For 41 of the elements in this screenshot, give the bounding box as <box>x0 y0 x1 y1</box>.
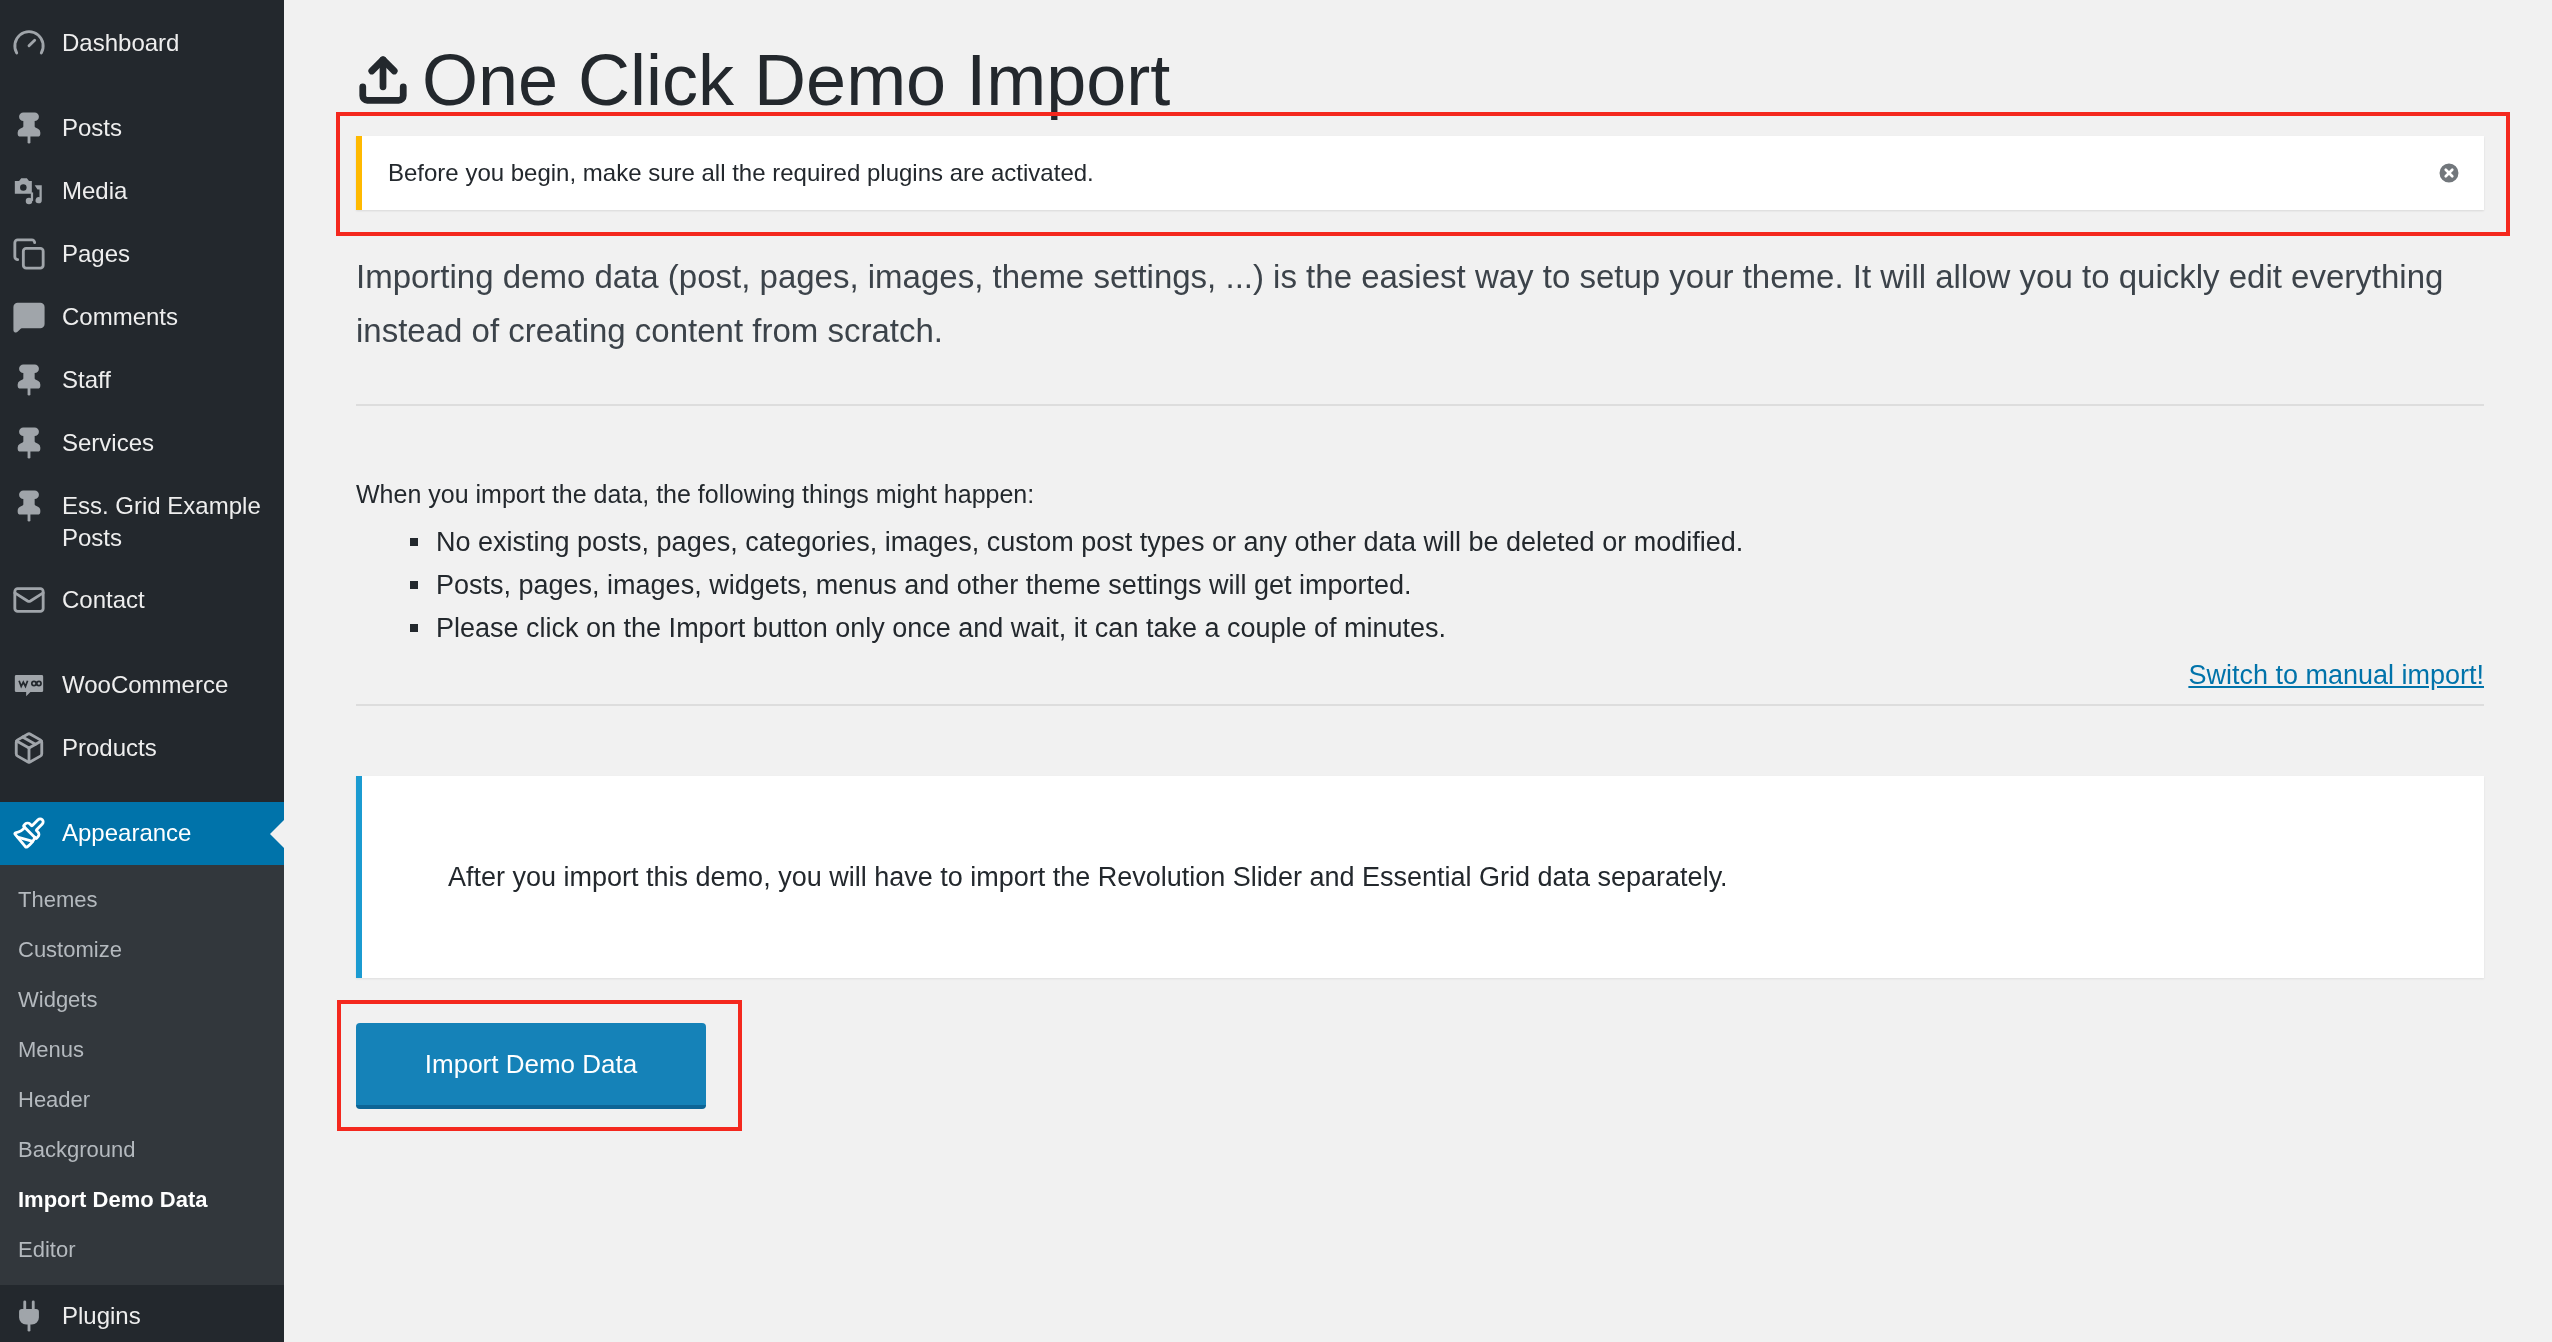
submenu-item[interactable]: Menus <box>0 1025 284 1075</box>
sidebar-menu-item[interactable]: Appearance <box>0 802 284 865</box>
list-heading: When you import the data, the following things might happen: <box>356 479 1036 510</box>
sidebar-menu-item[interactable]: Posts <box>0 97 284 160</box>
current-page-pointer-icon <box>270 820 284 848</box>
submenu-item[interactable]: Header <box>0 1075 284 1125</box>
list-item: Please click on the Import button only once and wait, it can take a couple of minutes. <box>436 612 1447 644</box>
sidebar-menu-item[interactable]: Pages <box>0 223 284 286</box>
submenu-item[interactable]: Background <box>0 1125 284 1175</box>
sidebar-menu-item[interactable]: Plugins <box>0 1285 284 1342</box>
manual-import-link[interactable]: Switch to manual import! <box>2188 658 2484 692</box>
upload-icon <box>356 53 410 107</box>
bullet-icon <box>410 538 418 546</box>
close-icon[interactable] <box>2436 160 2462 186</box>
submenu-item[interactable]: Themes <box>0 875 284 925</box>
submenu-item[interactable]: Widgets <box>0 975 284 1025</box>
sidebar-menu-item[interactable]: Comments <box>0 286 284 349</box>
sidebar-menu-item[interactable]: WooCommerce <box>0 654 284 717</box>
list-item: No existing posts, pages, categories, images, custom post types or any other data will be deleted or modified. <box>436 526 1744 558</box>
submenu-item[interactable]: Import Demo Data <box>0 1175 284 1225</box>
list-item: Posts, pages, images, widgets, menus and other theme settings will get imported. <box>436 569 1412 601</box>
intro-paragraph: Importing demo data (post, pages, images, theme settings, ...) is the easiest way to setup your theme. It will allow you to quickly edit everything instead of creating content from scratch. <box>356 257 2445 351</box>
paintbrush-icon <box>12 816 46 850</box>
pages-icon <box>12 237 46 271</box>
box-icon <box>12 731 46 765</box>
info-text: After you import this demo, you will have to import the Revolution Slider and Essential Grid data separately. <box>448 860 1728 894</box>
bullet-icon <box>410 624 418 632</box>
speech-bubble-icon <box>12 300 46 334</box>
sidebar-menu-item[interactable]: Staff <box>0 349 284 412</box>
sidebar-menu-item[interactable]: Ess. Grid Example Posts <box>0 475 284 569</box>
sidebar-menu-item[interactable]: Dashboard <box>0 12 284 75</box>
page-title: One Click Demo Import <box>422 39 1171 122</box>
sidebar-menu-item[interactable]: Contact <box>0 569 284 632</box>
import-demo-data-button[interactable]: Import Demo Data <box>356 1023 706 1109</box>
submenu-item[interactable]: Editor <box>0 1225 284 1275</box>
sidebar-menu-item[interactable]: Products <box>0 717 284 780</box>
bullet-icon <box>410 581 418 589</box>
sidebar-menu-item[interactable]: Services <box>0 412 284 475</box>
submenu-item[interactable]: Customize <box>0 925 284 975</box>
notice-text: Before you begin, make sure all the required plugins are activated. <box>388 158 1094 188</box>
sidebar-menu-item[interactable]: Media <box>0 160 284 223</box>
